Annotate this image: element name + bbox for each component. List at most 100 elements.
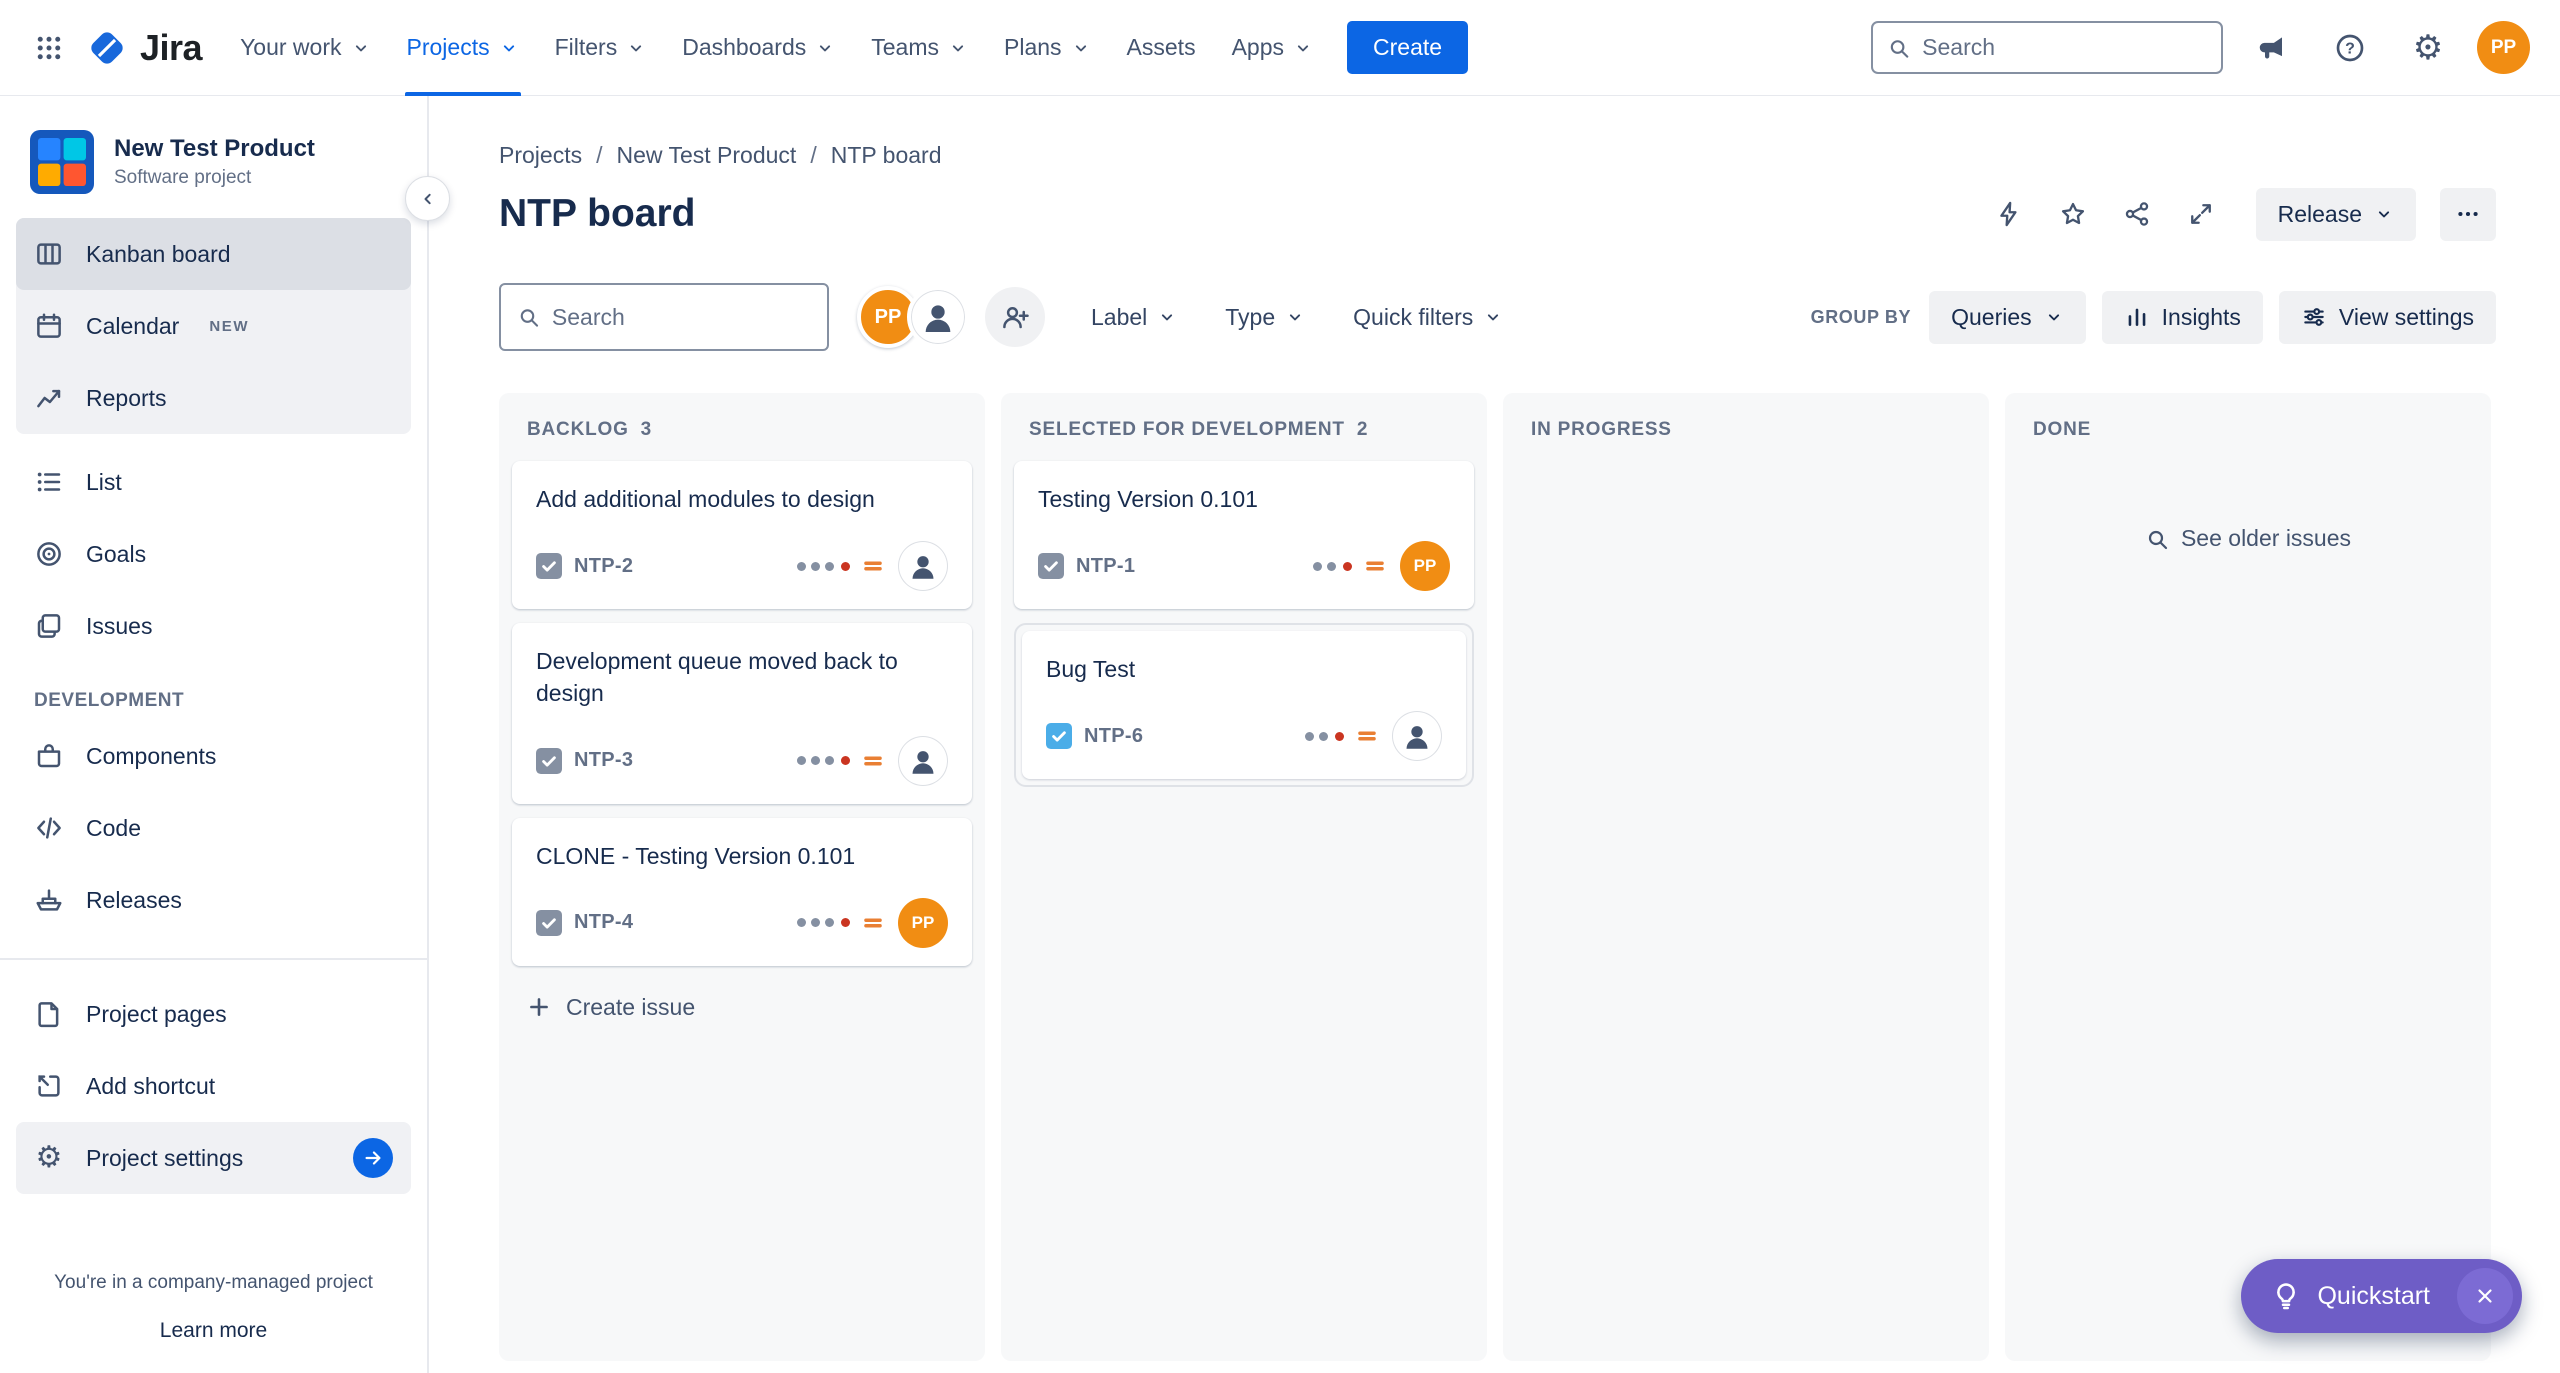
progress-dots-icon	[1300, 731, 1344, 741]
person-icon	[925, 305, 951, 332]
issue-card-ntp-6[interactable]: Bug Test NTP-6	[1022, 631, 1466, 780]
sidebar-item-goals[interactable]: Goals	[16, 518, 411, 590]
announcements-icon[interactable]	[2243, 19, 2301, 77]
add-people-icon[interactable]	[985, 287, 1045, 347]
chevron-down-icon	[1488, 314, 1499, 321]
group-by-queries-dropdown[interactable]: Queries	[1929, 290, 2086, 344]
assignee-avatar[interactable]: PP	[1400, 541, 1450, 592]
help-icon[interactable]: ?	[2321, 19, 2379, 77]
filter-type-dropdown[interactable]: Type	[1225, 304, 1305, 331]
open-settings-arrow-icon[interactable]	[353, 1138, 393, 1178]
column-title: IN PROGRESS	[1531, 419, 1672, 440]
nav-filters[interactable]: Filters	[537, 0, 665, 96]
issue-title: Add additional modules to design	[536, 486, 875, 512]
breadcrumb-board[interactable]: NTP board	[831, 142, 942, 169]
learn-more-link[interactable]: Learn more	[160, 1319, 267, 1343]
quickstart-close-icon[interactable]	[2457, 1268, 2513, 1324]
chevron-down-icon	[631, 44, 642, 51]
insights-button[interactable]: Insights	[2101, 290, 2263, 344]
chevron-down-icon	[2048, 314, 2059, 321]
issue-card-ntp-2[interactable]: Add additional modules to design NTP-2	[512, 461, 972, 610]
column-count: 2	[1356, 419, 1369, 440]
project-name: New Test Product	[114, 135, 315, 162]
nav-projects[interactable]: Projects	[389, 0, 537, 96]
board-icon	[34, 239, 64, 269]
assignee-avatar[interactable]	[898, 541, 948, 592]
assignee-avatar[interactable]	[898, 735, 948, 786]
automation-lightning-icon[interactable]	[1982, 187, 2036, 241]
sidebar-item-label: Issues	[86, 612, 153, 639]
page-title: NTP board	[499, 192, 696, 235]
app-root: Jira Your work Projects Filters Dashboar…	[0, 0, 2560, 1373]
sidebar-item-list[interactable]: List	[16, 446, 411, 518]
sliders-icon	[2304, 308, 2324, 326]
priority-medium-icon	[1354, 723, 1380, 749]
sidebar-item-reports[interactable]: Reports	[16, 362, 411, 434]
create-button[interactable]: Create	[1347, 21, 1469, 74]
progress-dots-icon	[792, 756, 850, 766]
sidebar-item-code[interactable]: Code	[16, 792, 411, 864]
chevron-down-icon	[1075, 44, 1086, 51]
board-column-done: DONE See older issues	[2005, 393, 2491, 1361]
sidebar-item-issues[interactable]: Issues	[16, 590, 411, 662]
toolbar-right: GROUP BY Queries Insights View settings	[1810, 290, 2496, 344]
board-column-backlog: BACKLOG 3 Add additional modules to desi…	[499, 393, 985, 1361]
global-search-input[interactable]	[1922, 34, 2207, 61]
quick-filters-dropdown[interactable]: Quick filters	[1353, 304, 1503, 331]
insights-chart-icon	[2128, 308, 2145, 326]
issue-card-ntp-1[interactable]: Testing Version 0.101 NTP-1 PP	[1014, 461, 1474, 610]
settings-gear-icon[interactable]: ⚙	[2399, 19, 2457, 77]
sidebar-item-releases[interactable]: Releases	[16, 864, 411, 936]
view-settings-button[interactable]: View settings	[2278, 290, 2496, 344]
issue-key: NTP-1	[1076, 554, 1136, 577]
progress-dots-icon	[792, 561, 850, 571]
sidebar-item-calendar[interactable]: Calendar NEW	[16, 290, 411, 362]
nav-label: Dashboards	[682, 34, 807, 60]
user-avatar[interactable]: PP	[2477, 21, 2530, 74]
fullscreen-expand-icon[interactable]	[2174, 187, 2228, 241]
progress-dots-icon	[792, 918, 850, 928]
issue-title: Testing Version 0.101	[1038, 486, 1258, 512]
sidebar-item-add-shortcut[interactable]: Add shortcut	[16, 1050, 411, 1122]
see-older-issues-link[interactable]: See older issues	[2005, 525, 2491, 552]
filter-label-dropdown[interactable]: Label	[1091, 304, 1177, 331]
member-avatar-generic[interactable]	[907, 286, 969, 348]
issue-card-ntp-4[interactable]: CLONE - Testing Version 0.101 NTP-4 PP	[512, 817, 972, 966]
group-by-label: GROUP BY	[1810, 306, 1912, 327]
quickstart-button[interactable]: Quickstart	[2241, 1259, 2522, 1333]
sidebar-item-components[interactable]: Components	[16, 720, 411, 792]
sidebar-item-project-pages[interactable]: Project pages	[16, 978, 411, 1050]
star-icon[interactable]	[2046, 187, 2100, 241]
quickstart-label: Quickstart	[2317, 1281, 2430, 1310]
assignee-avatar[interactable]	[1392, 711, 1442, 762]
release-button[interactable]: Release	[2255, 187, 2416, 241]
breadcrumb-projects[interactable]: Projects	[499, 142, 582, 169]
filter-dropdowns: Label Type Quick filters	[1091, 304, 1503, 331]
nav-plans[interactable]: Plans	[986, 0, 1109, 96]
sidebar-collapse-button[interactable]	[405, 176, 450, 221]
sidebar-item-project-settings[interactable]: ⚙ Project settings	[16, 1122, 411, 1194]
nav-apps[interactable]: Apps	[1214, 0, 1331, 96]
jira-logo[interactable]: Jira	[78, 27, 222, 69]
breadcrumb-project[interactable]: New Test Product	[616, 142, 796, 169]
board-search[interactable]	[499, 283, 829, 351]
nav-assets[interactable]: Assets	[1109, 0, 1214, 96]
more-actions-button[interactable]	[2440, 187, 2496, 241]
board-actions: Release	[1982, 187, 2496, 241]
managed-project-note: You're in a company-managed project	[54, 1272, 373, 1294]
nav-teams[interactable]: Teams	[853, 0, 986, 96]
nav-your-work[interactable]: Your work	[222, 0, 388, 96]
sidebar-item-label: Goals	[86, 540, 147, 567]
share-icon[interactable]	[2110, 187, 2164, 241]
create-issue-button[interactable]: Create issue	[512, 980, 972, 1035]
board-header: NTP board Release	[499, 187, 2496, 241]
issue-card-ntp-3[interactable]: Development queue moved back to design N…	[512, 623, 972, 804]
column-title: SELECTED FOR DEVELOPMENT	[1029, 419, 1345, 440]
board-search-input[interactable]	[551, 303, 811, 331]
assignee-avatar[interactable]: PP	[898, 897, 948, 948]
issue-key: NTP-6	[1084, 724, 1144, 747]
sidebar-item-kanban-board[interactable]: Kanban board	[16, 218, 411, 290]
nav-dashboards[interactable]: Dashboards	[664, 0, 853, 96]
global-search[interactable]	[1871, 21, 2223, 74]
app-switcher-icon[interactable]	[20, 19, 78, 77]
